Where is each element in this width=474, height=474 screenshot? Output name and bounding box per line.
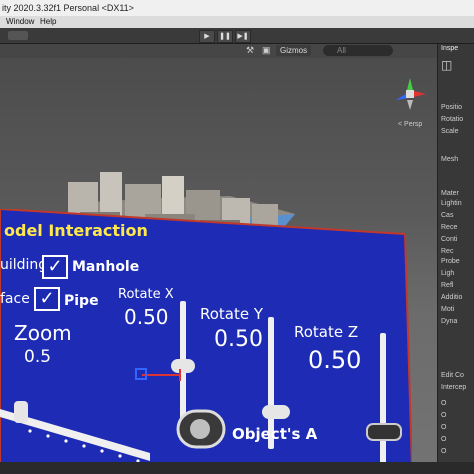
transform-handle[interactable]: [132, 349, 192, 383]
inspector-row-receive: Rece: [441, 224, 458, 231]
window-title: ity 2020.3.32f1 Personal <DX11>: [2, 3, 134, 13]
gizmo-center[interactable]: [406, 90, 414, 98]
scene-toolbar: ⚒ ▣ Gizmos All: [0, 44, 437, 58]
rotate-y-value: 0.50: [214, 327, 263, 352]
inspector-row-rotation: Rotatio: [441, 116, 464, 123]
x-axis-cone[interactable]: [414, 91, 426, 97]
checkbox-label-building: uilding: [0, 257, 48, 273]
step-button[interactable]: ▶❚: [235, 30, 251, 43]
rotate-y-label: Rotate Y: [200, 305, 264, 323]
manhole-checkbox[interactable]: ✓: [42, 255, 68, 279]
inspector-row-position: Positio: [441, 104, 463, 111]
inspector-row-motion: Moti: [441, 306, 455, 313]
camera-icon[interactable]: ▣: [262, 45, 271, 56]
inspector-row-rec: Rec: [441, 248, 454, 255]
panel-title: odel Interaction: [4, 221, 148, 240]
neg-y-cone[interactable]: [407, 100, 413, 110]
rotate-x-value: 0.50: [124, 305, 169, 329]
inspector-row-contribute: Conti: [441, 236, 458, 243]
inspector-row-dynamic: Dyna: [441, 318, 458, 325]
inspector-row-o4: O: [441, 436, 447, 443]
y-axis-cone[interactable]: [407, 78, 413, 90]
status-bar: [0, 462, 474, 474]
inspector-row-o1: O: [441, 400, 447, 407]
rotate-z-slider-handle[interactable]: [366, 423, 402, 441]
rotate-z-label: Rotate Z: [294, 323, 359, 341]
inspector-row-materials: Mater: [441, 190, 459, 197]
gizmos-dropdown[interactable]: Gizmos: [276, 45, 312, 56]
scene-search-input[interactable]: All: [323, 45, 393, 56]
pipe-checkbox[interactable]: ✓: [34, 287, 60, 311]
window-title-bar: ity 2020.3.32f1 Personal <DX11>: [0, 0, 474, 16]
inspector-row-o5: O: [441, 448, 447, 455]
scene-view[interactable]: ⚒ ▣ Gizmos All < Persp odel Interaction …: [0, 44, 437, 462]
rotate-x-label: Rotate X: [118, 287, 174, 302]
inspector-tab[interactable]: Inspe: [441, 45, 458, 52]
menu-bar: Window Help: [0, 16, 474, 28]
rotate-z-slider-track[interactable]: [380, 333, 386, 462]
inspector-row-intercept: Intercep: [441, 384, 467, 391]
checkbox-label-surface: face: [0, 291, 30, 307]
zoom-slider[interactable]: [0, 395, 160, 462]
inspector-row-light: Ligh: [441, 270, 455, 277]
interaction-panel: odel Interaction uilding ✓ Manhole face …: [0, 209, 412, 462]
menu-window[interactable]: Window: [6, 17, 34, 26]
inspector-row-reflection: Refl: [441, 282, 454, 289]
inspector-row-o3: O: [441, 424, 447, 431]
rotate-z-value: 0.50: [308, 346, 362, 374]
cube-icon: ◫: [441, 58, 453, 72]
object-footer-label: Object's A: [232, 425, 318, 443]
pause-button[interactable]: ❚❚: [217, 30, 233, 43]
inspector-row-cast: Cas: [441, 212, 454, 219]
inspector-row-o2: O: [441, 412, 447, 419]
menu-help[interactable]: Help: [40, 17, 56, 26]
zoom-label: Zoom: [14, 321, 72, 345]
inspector-row-probes: Probe: [441, 258, 460, 265]
inspector-row-mesh: Mesh: [441, 156, 459, 163]
inspector-row-edit-collider: Edit Co: [441, 372, 464, 379]
play-button[interactable]: ▶: [199, 30, 215, 43]
rotate-y-slider-handle[interactable]: [262, 405, 290, 419]
checkbox-label-pipe: Pipe: [64, 293, 99, 309]
inspector-row-additional: Additio: [441, 294, 463, 301]
orientation-gizmo[interactable]: [390, 74, 430, 114]
inspector-panel: Inspe ◫ Positio Rotatio Scale Mesh Mater…: [437, 44, 474, 462]
toggle-button[interactable]: [176, 409, 228, 451]
perspective-label[interactable]: < Persp: [398, 121, 422, 128]
toolbar-tool-button[interactable]: [8, 31, 28, 40]
inspector-row-scale: Scale: [441, 128, 459, 135]
checkbox-label-manhole: Manhole: [72, 259, 140, 275]
inspector-row-lighting: Lightin: [441, 200, 462, 207]
zoom-value: 0.5: [24, 347, 52, 367]
tools-icon[interactable]: ⚒: [246, 45, 254, 56]
